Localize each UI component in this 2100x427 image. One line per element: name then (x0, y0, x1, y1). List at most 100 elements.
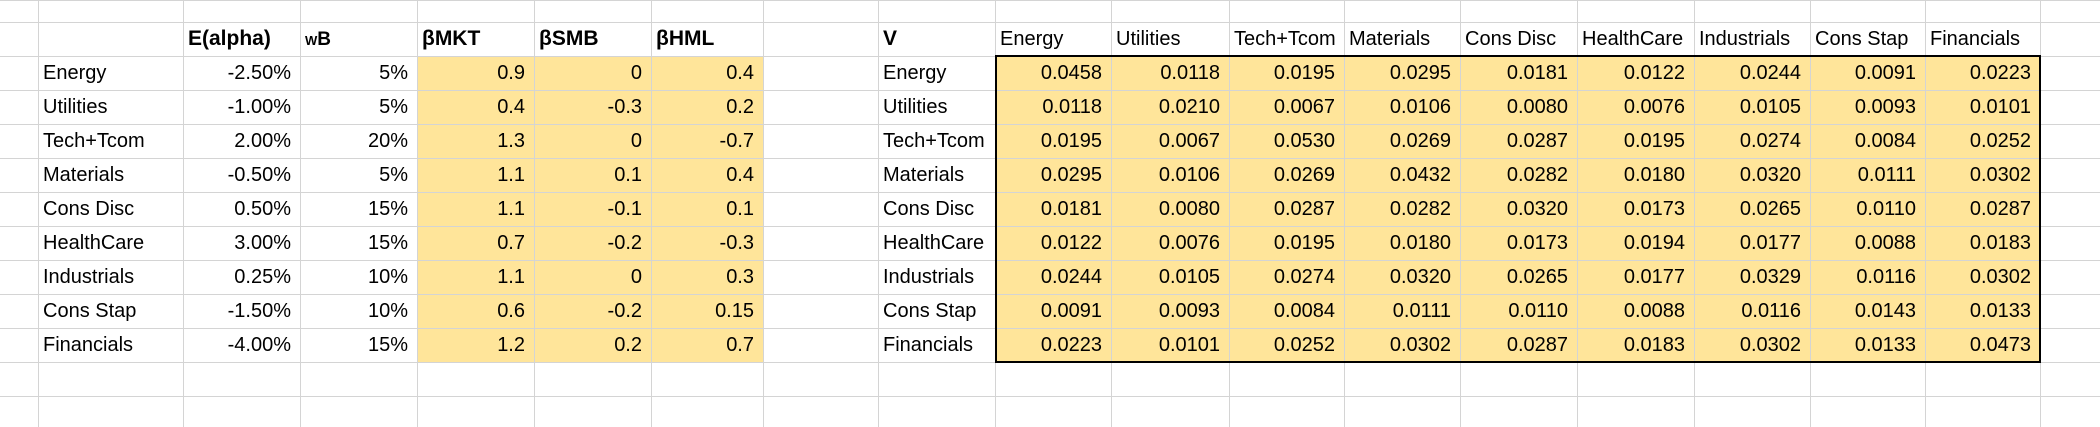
sector-label[interactable]: Industrials (38, 260, 183, 294)
cov-col-header[interactable]: Tech+Tcom (1229, 22, 1344, 56)
alpha-cell[interactable]: -1.50% (183, 294, 300, 328)
weight-cell[interactable]: 15% (300, 192, 417, 226)
cov-cell[interactable]: 0.0122 (1577, 56, 1694, 90)
cov-cell[interactable]: 0.0287 (1460, 124, 1577, 158)
header-beta-mkt[interactable]: βMKT (417, 22, 534, 56)
beta-hml-cell[interactable]: 0.3 (651, 260, 763, 294)
header-beta-hml[interactable]: βHML (651, 22, 768, 56)
cov-cell[interactable]: 0.0274 (1229, 260, 1344, 294)
cov-cell[interactable]: 0.0116 (1694, 294, 1810, 328)
cov-cell[interactable]: 0.0105 (1694, 90, 1810, 124)
cov-col-header[interactable]: Energy (995, 22, 1111, 56)
cov-cell[interactable]: 0.0274 (1694, 124, 1810, 158)
cov-cell[interactable]: 0.0252 (1229, 328, 1344, 362)
cov-cell[interactable]: 0.0287 (1229, 192, 1344, 226)
sector-label[interactable]: Utilities (38, 90, 183, 124)
cov-col-header[interactable]: Utilities (1111, 22, 1229, 56)
sector-label[interactable]: HealthCare (38, 226, 183, 260)
alpha-cell[interactable]: -1.00% (183, 90, 300, 124)
cov-row-label[interactable]: Cons Stap (878, 294, 995, 328)
cov-cell[interactable]: 0.0177 (1577, 260, 1694, 294)
cov-cell[interactable]: 0.0111 (1810, 158, 1925, 192)
cov-cell[interactable]: 0.0282 (1460, 158, 1577, 192)
cov-cell[interactable]: 0.0080 (1460, 90, 1577, 124)
cov-cell[interactable]: 0.0181 (995, 192, 1111, 226)
beta-mkt-cell[interactable]: 1.1 (417, 158, 534, 192)
weight-cell[interactable]: 15% (300, 328, 417, 362)
cov-cell[interactable]: 0.0530 (1229, 124, 1344, 158)
beta-hml-cell[interactable]: -0.7 (651, 124, 763, 158)
cov-cell[interactable]: 0.0084 (1810, 124, 1925, 158)
cov-cell[interactable]: 0.0195 (995, 124, 1111, 158)
cov-cell[interactable]: 0.0101 (1925, 90, 2040, 124)
cov-cell[interactable]: 0.0173 (1460, 226, 1577, 260)
weight-cell[interactable]: 10% (300, 260, 417, 294)
cov-cell[interactable]: 0.0223 (1925, 56, 2040, 90)
cov-cell[interactable]: 0.0302 (1344, 328, 1460, 362)
header-alpha[interactable]: E(alpha) (183, 22, 300, 56)
cov-cell[interactable]: 0.0252 (1925, 124, 2040, 158)
weight-cell[interactable]: 10% (300, 294, 417, 328)
cov-cell[interactable]: 0.0093 (1810, 90, 1925, 124)
beta-smb-cell[interactable]: -0.2 (534, 226, 651, 260)
cov-col-header[interactable]: Cons Stap (1810, 22, 1925, 56)
cov-cell[interactable]: 0.0195 (1229, 226, 1344, 260)
header-wb[interactable]: wB (300, 22, 417, 56)
cov-row-label[interactable]: Materials (878, 158, 995, 192)
spreadsheet-grid[interactable]: E(alpha) wB βMKT βSMB βHML V Energy Utili… (0, 0, 2100, 427)
beta-mkt-cell[interactable]: 0.4 (417, 90, 534, 124)
beta-hml-cell[interactable]: 0.2 (651, 90, 763, 124)
cov-cell[interactable]: 0.0223 (995, 328, 1111, 362)
alpha-cell[interactable]: 0.50% (183, 192, 300, 226)
beta-mkt-cell[interactable]: 0.6 (417, 294, 534, 328)
cov-cell[interactable]: 0.0181 (1460, 56, 1577, 90)
sector-label[interactable]: Energy (38, 56, 183, 90)
cov-cell[interactable]: 0.0269 (1344, 124, 1460, 158)
beta-smb-cell[interactable]: -0.1 (534, 192, 651, 226)
beta-mkt-cell[interactable]: 1.1 (417, 192, 534, 226)
cov-cell[interactable]: 0.0265 (1460, 260, 1577, 294)
cov-cell[interactable]: 0.0110 (1460, 294, 1577, 328)
header-beta-smb[interactable]: βSMB (534, 22, 651, 56)
beta-mkt-cell[interactable]: 0.9 (417, 56, 534, 90)
cov-cell[interactable]: 0.0118 (995, 90, 1111, 124)
cov-cell[interactable]: 0.0106 (1111, 158, 1229, 192)
alpha-cell[interactable]: 3.00% (183, 226, 300, 260)
cov-col-header[interactable]: Cons Disc (1460, 22, 1577, 56)
cov-cell[interactable]: 0.0473 (1925, 328, 2040, 362)
alpha-cell[interactable]: -0.50% (183, 158, 300, 192)
cov-cell[interactable]: 0.0122 (995, 226, 1111, 260)
alpha-cell[interactable]: 2.00% (183, 124, 300, 158)
header-cov-matrix[interactable]: V (878, 22, 995, 56)
beta-smb-cell[interactable]: 0 (534, 260, 651, 294)
beta-hml-cell[interactable]: 0.1 (651, 192, 763, 226)
cov-cell[interactable]: 0.0302 (1925, 260, 2040, 294)
sector-label[interactable]: Tech+Tcom (38, 124, 183, 158)
beta-smb-cell[interactable]: -0.2 (534, 294, 651, 328)
cov-col-header[interactable]: Industrials (1694, 22, 1810, 56)
alpha-cell[interactable]: 0.25% (183, 260, 300, 294)
cov-cell[interactable]: 0.0118 (1111, 56, 1229, 90)
beta-hml-cell[interactable]: 0.4 (651, 56, 763, 90)
cov-cell[interactable]: 0.0287 (1460, 328, 1577, 362)
cov-cell[interactable]: 0.0302 (1925, 158, 2040, 192)
cov-row-label[interactable]: HealthCare (878, 226, 995, 260)
cov-cell[interactable]: 0.0180 (1344, 226, 1460, 260)
cov-cell[interactable]: 0.0244 (1694, 56, 1810, 90)
cov-cell[interactable]: 0.0195 (1577, 124, 1694, 158)
beta-mkt-cell[interactable]: 1.2 (417, 328, 534, 362)
cov-cell[interactable]: 0.0282 (1344, 192, 1460, 226)
cov-row-label[interactable]: Cons Disc (878, 192, 995, 226)
cov-cell[interactable]: 0.0320 (1460, 192, 1577, 226)
cov-cell[interactable]: 0.0143 (1810, 294, 1925, 328)
cov-row-label[interactable]: Financials (878, 328, 995, 362)
cov-row-label[interactable]: Industrials (878, 260, 995, 294)
cov-cell[interactable]: 0.0133 (1925, 294, 2040, 328)
sector-label[interactable]: Cons Disc (38, 192, 183, 226)
cov-cell[interactable]: 0.0458 (995, 56, 1111, 90)
cov-cell[interactable]: 0.0320 (1344, 260, 1460, 294)
beta-smb-cell[interactable]: -0.3 (534, 90, 651, 124)
cov-cell[interactable]: 0.0269 (1229, 158, 1344, 192)
cov-cell[interactable]: 0.0265 (1694, 192, 1810, 226)
alpha-cell[interactable]: -4.00% (183, 328, 300, 362)
